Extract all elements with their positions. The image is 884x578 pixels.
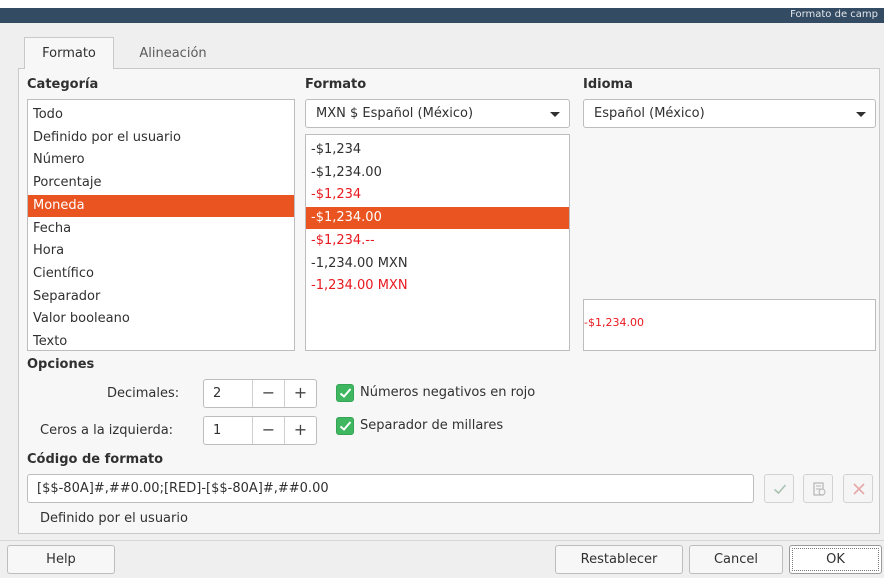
ceros-value: 1 [213,423,222,438]
ceros-decrement-button[interactable]: − [252,417,284,444]
tab-formato-label: Formato [42,46,96,61]
formato-list-item[interactable]: -1,234.00 MXN [306,275,569,297]
ceros-stepper[interactable]: 1 − + [203,416,317,445]
formato-list-item[interactable]: -$1,234 [306,184,569,206]
decimales-value: 2 [213,386,222,401]
decimales-stepper[interactable]: 2 − + [203,379,317,408]
categoria-list-item[interactable]: Científico [28,263,294,285]
ceros-label: Ceros a la izquierda: [40,423,174,438]
chevron-down-icon [550,112,560,117]
categoria-list[interactable]: Todo Definido por el usuario Número Porcent… [27,99,295,351]
ok-button[interactable]: OK [789,545,882,574]
categoria-heading: Categoría [27,77,99,92]
categoria-list-item[interactable]: Texto [28,331,294,353]
categoria-list-item[interactable]: Definido por el usuario [28,127,294,149]
categoria-list-item[interactable]: Hora [28,240,294,262]
formato-list-item[interactable]: -$1,234.-- [306,230,569,252]
currency-dropdown-value: MXN $ Español (México) [316,106,474,121]
checkmark-icon [339,388,352,398]
categoria-list-item[interactable]: Número [28,149,294,171]
idioma-dropdown-value: Español (México) [594,106,705,121]
codigo-heading: Código de formato [27,452,164,467]
formato-list[interactable]: -$1,234 -$1,234.00 -$1,234 -$1,234.00 -$1,23… [305,134,570,351]
format-code-input[interactable]: [$$-80A]#,##0.00;[RED]-[$$-80A]#,##0.00 [27,474,754,503]
opciones-heading: Opciones [27,357,95,372]
reset-button[interactable]: Restablecer [555,545,683,574]
formato-list-item[interactable]: -$1,234.00 [306,162,569,184]
formato-list-item[interactable]: -$1,234.00 [306,207,569,230]
title-bar[interactable]: Formato de camp [0,0,884,23]
check-icon [773,484,787,495]
close-icon [853,483,865,495]
help-button[interactable]: Help [7,545,115,574]
delete-code-button[interactable] [843,474,873,503]
categoria-list-item[interactable]: Moneda [28,194,294,217]
categoria-list-item[interactable]: Valor booleano [28,308,294,330]
decimales-decrement-button[interactable]: − [252,380,284,407]
categoria-list-item[interactable]: Fecha [28,218,294,240]
negativos-rojo-label: Números negativos en rojo [360,385,536,400]
categoria-list-item[interactable]: Todo [28,104,294,126]
apply-code-button[interactable] [764,474,794,503]
checkmark-icon [339,421,352,431]
format-description: Definido por el usuario [40,511,188,526]
formato-list-item[interactable]: -1,234.00 MXN [306,253,569,275]
idioma-dropdown[interactable]: Español (México) [583,99,876,128]
tab-alineacion[interactable]: Alineación [118,37,228,69]
footer-divider [0,540,884,541]
edit-comment-button[interactable] [803,474,833,503]
ceros-increment-button[interactable]: + [284,417,316,444]
separador-millares-checkbox[interactable] [336,417,354,435]
currency-dropdown[interactable]: MXN $ Español (México) [305,99,570,128]
negativos-rojo-checkbox[interactable] [336,384,354,402]
window-title: Formato de camp [790,9,878,20]
edit-comment-icon [813,482,826,496]
categoria-list-item[interactable]: Separador [28,286,294,308]
decimales-increment-button[interactable]: + [284,380,316,407]
separador-millares-label: Separador de millares [360,418,504,433]
tab-alineacion-label: Alineación [139,45,207,61]
cancel-button[interactable]: Cancel [689,545,783,574]
formato-heading: Formato [305,77,367,92]
decimales-label: Decimales: [107,386,180,401]
idioma-heading: Idioma [583,77,633,92]
formato-list-item[interactable]: -$1,234 [306,139,569,161]
format-preview: -$1,234.00 [583,299,876,351]
chevron-down-icon [856,112,866,117]
preview-text: -$1,234.00 [584,316,644,329]
categoria-list-item[interactable]: Porcentaje [28,172,294,194]
tab-formato[interactable]: Formato [24,37,114,69]
format-code-value: [$$-80A]#,##0.00;[RED]-[$$-80A]#,##0.00 [37,481,329,496]
